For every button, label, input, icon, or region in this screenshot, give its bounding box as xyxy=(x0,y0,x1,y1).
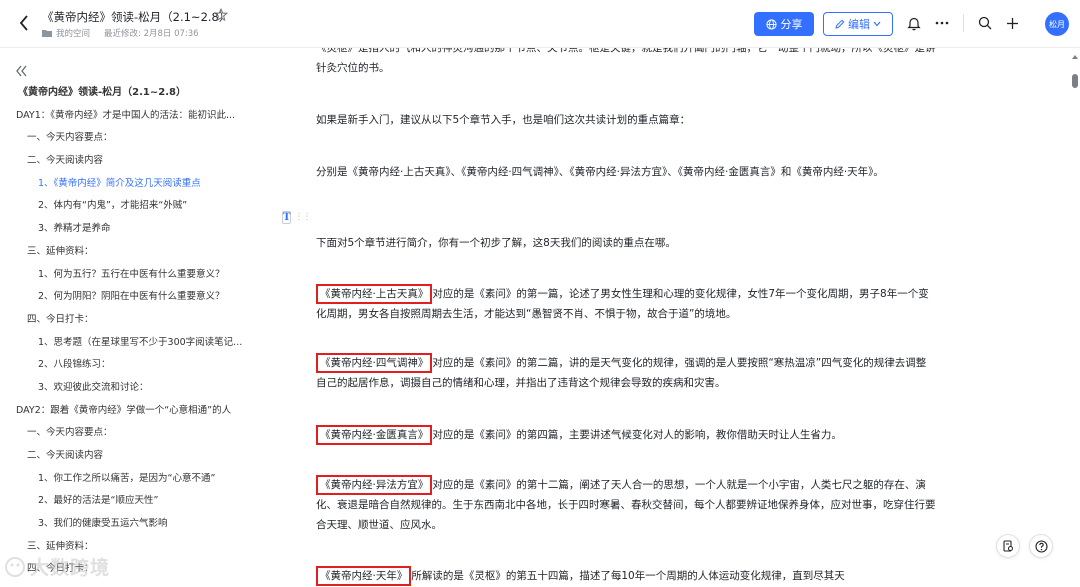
drag-handle-icon[interactable]: ⋮⋮ xyxy=(294,212,311,222)
outline-list: 《黄帝内经》领读-松月（2.1~2.8） DAY1：《黄帝内经》才是中国人的活法：… xyxy=(0,82,278,581)
outline-item[interactable]: 一、今天内容要点： xyxy=(0,127,278,150)
globe-icon xyxy=(765,18,777,30)
paragraph: 《黄帝内经·异法方宜》 对应的是《素问》的第十二篇，阐述了天人合一的思想，一个人就… xyxy=(316,475,936,535)
back-button[interactable] xyxy=(14,12,34,34)
outline-item[interactable]: 四、今日打卡： xyxy=(0,309,278,332)
paragraph: 如果是新手入门，建议从以下5个章节入手，也是咱们这次共读计划的重点篇章： xyxy=(316,114,691,126)
paragraph: 《黄帝内经·上古天真》 对应的是《素问》的第一篇，论述了男女性生理和心理的变化规律… xyxy=(316,284,936,324)
plus-icon xyxy=(1006,17,1018,29)
add-button[interactable] xyxy=(1003,14,1021,32)
folder-icon xyxy=(42,30,52,37)
edit-button[interactable]: 编辑 xyxy=(823,12,893,36)
space-link[interactable]: 我的空间 xyxy=(56,27,90,39)
outline-item[interactable]: 1、你工作之所以痛苦，是因为“心意不通” xyxy=(0,468,278,491)
star-icon[interactable] xyxy=(214,8,228,22)
outline-item[interactable]: 3、欢迎彼此交流和讨论： xyxy=(0,377,278,400)
outline-item[interactable]: DAY1：《黄帝内经》才是中国人的活法：能初识此... xyxy=(0,105,278,128)
outline-item[interactable]: 1、何为五行？五行在中医有什么重要意义？ xyxy=(0,264,278,287)
outline-item[interactable]: 3、我们的健康受五运六气影响 xyxy=(0,513,278,536)
help-button[interactable] xyxy=(1029,534,1053,558)
chevron-down-icon xyxy=(873,21,881,27)
paragraph: 《黄帝内经·天年》 所解读的是《灵枢》的第五十四篇，描述了每10年一个周期的人体运… xyxy=(316,566,936,586)
more-button[interactable] xyxy=(933,14,951,32)
highlight-box: 《黄帝内经·四气调神》 xyxy=(316,353,433,373)
search-button[interactable] xyxy=(976,14,994,32)
scrollbar-thumb[interactable] xyxy=(1072,74,1078,88)
doc-meta: 我的空间 最近修改: 2月8日 07:36 xyxy=(42,27,199,39)
outline-item[interactable]: 三、延伸资料： xyxy=(0,241,278,264)
outline-item[interactable]: 2、最好的活法是“顺应天性” xyxy=(0,490,278,513)
highlight-box: 《黄帝内经·异法方宜》 xyxy=(316,475,433,495)
outline-item[interactable]: 二、今天阅读内容 xyxy=(0,150,278,173)
more-dots-icon xyxy=(935,21,949,25)
outline-item[interactable]: 2、何为阴阳？阴阳在中医有什么重要意义？ xyxy=(0,286,278,309)
outline-item[interactable]: 二、今天阅读内容 xyxy=(0,445,278,468)
paragraph-text: 所解读的是《灵枢》的第五十四篇，描述了每10年一个周期的人体运动变化规律，直到尽… xyxy=(411,570,845,582)
bell-icon xyxy=(907,17,921,30)
outline-sidebar: 《黄帝内经》领读-松月（2.1~2.8） DAY1：《黄帝内经》才是中国人的活法：… xyxy=(0,48,278,587)
doc-header: 《黄帝内经》领读-松月（2.1~2.8） 我的空间 最近修改: 2月8日 07:… xyxy=(0,0,1080,48)
paragraph-text: 对应的是《素问》的第四篇，主要讲述气候变化对人的影响，教你借助天时让人生省力。 xyxy=(432,429,842,441)
text-type-icon[interactable]: T xyxy=(282,210,292,224)
watermark-text: 大数跨境 xyxy=(30,557,111,579)
share-button[interactable]: 分享 xyxy=(754,12,814,36)
scroll-up-arrow-icon[interactable] xyxy=(1072,54,1078,60)
paragraph: 分别是《黄帝内经·上古天真》、《黄帝内经·四气调神》、《黄帝内经·异法方宜》、《… xyxy=(316,166,884,178)
share-label: 分享 xyxy=(780,18,803,31)
paragraph: 《灵枢》是指人的气和人的神灵沟通的那个节点、关节点。枢是关键，就是我们开阖门的门… xyxy=(316,48,936,74)
doc-content: 《灵枢》是指人的气和人的神灵沟通的那个节点、关节点。枢是关键，就是我们开阖门的门… xyxy=(278,48,1068,587)
scrollbar[interactable] xyxy=(1070,48,1080,587)
outline-item[interactable]: 2、八段锦练习： xyxy=(0,354,278,377)
search-icon xyxy=(978,16,992,30)
highlight-box: 《黄帝内经·金匮真言》 xyxy=(316,425,433,445)
outline-item[interactable]: 1、思考题（在星球里写不少于300字阅读笔记... xyxy=(0,332,278,355)
double-chevron-left-icon[interactable] xyxy=(14,64,28,78)
paragraph: 《黄帝内经·四气调神》 对应的是《素问》的第二篇，讲的是天气变化的规律，强调的是人… xyxy=(316,353,936,393)
outline-item[interactable]: 2、体内有“内鬼”，才能招来“外贼” xyxy=(0,195,278,218)
outline-item[interactable]: 3、养精才是养命 xyxy=(0,218,278,241)
watermark: 大数跨境 xyxy=(4,553,110,580)
paragraph: 《黄帝内经·金匮真言》 对应的是《素问》的第四篇，主要讲述气候变化对人的影响，教你… xyxy=(316,425,936,445)
chevron-left-icon xyxy=(19,15,28,31)
outline-item[interactable]: 1、《黄帝内经》简介及这几天阅读重点 xyxy=(0,173,278,196)
avatar[interactable]: 松月 xyxy=(1045,12,1069,36)
last-modified: 最近修改: 2月8日 07:36 xyxy=(104,29,199,39)
block-toolbar[interactable]: T ⋮⋮ xyxy=(282,208,311,226)
document-icon xyxy=(1003,540,1013,552)
outline-item[interactable]: 一、今天内容要点： xyxy=(0,422,278,445)
header-divider xyxy=(963,14,964,32)
doc-title: 《黄帝内经》领读-松月（2.1~2.8） xyxy=(42,10,231,24)
pencil-icon xyxy=(835,19,845,29)
highlight-box: 《黄帝内经·天年》 xyxy=(316,566,412,586)
paragraph: 下面对5个章节进行简介，你有一个初步了解，这8天我们的阅读的重点在哪。 xyxy=(316,237,676,249)
edit-label: 编辑 xyxy=(848,18,870,31)
outline-item[interactable]: 《黄帝内经》领读-松月（2.1~2.8） xyxy=(0,82,278,105)
watermark-logo-icon xyxy=(5,556,25,577)
help-icon xyxy=(1034,539,1048,553)
doc-info-button[interactable] xyxy=(996,534,1020,558)
notification-button[interactable] xyxy=(905,14,923,32)
highlight-box: 《黄帝内经·上古天真》 xyxy=(316,284,433,304)
outline-item[interactable]: DAY2：跟着《黄帝内经》学做一个“心意相通”的人 xyxy=(0,400,278,423)
